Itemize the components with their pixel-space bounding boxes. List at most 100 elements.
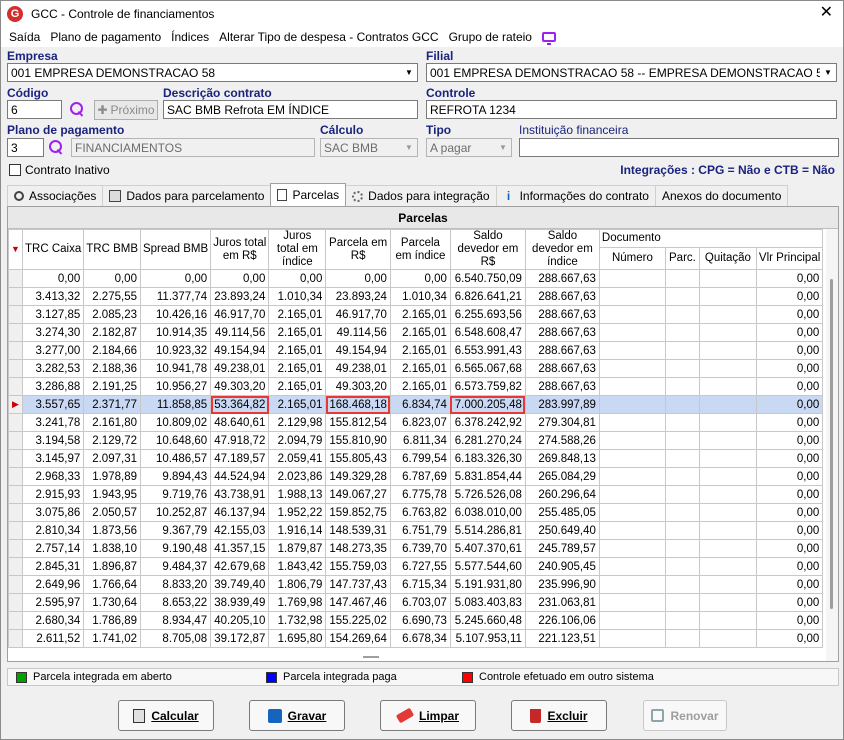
grid-cell[interactable]: 6.715,34 bbox=[389, 575, 451, 594]
grid-cell[interactable]: 155.812,54 bbox=[325, 413, 391, 432]
grid-cell[interactable]: 288.667,63 bbox=[524, 377, 600, 396]
search-icon[interactable] bbox=[48, 139, 64, 155]
grid-cell[interactable]: 5.514.286,81 bbox=[449, 521, 526, 540]
grid-cell[interactable]: 288.667,63 bbox=[524, 305, 600, 324]
grid-cell[interactable]: 6.378.242,92 bbox=[449, 413, 526, 432]
grid-cell[interactable] bbox=[664, 377, 700, 396]
grid-cell[interactable]: 2.094,79 bbox=[268, 431, 327, 450]
row-indicator[interactable] bbox=[8, 611, 23, 630]
grid-cell[interactable]: 240.905,45 bbox=[524, 557, 600, 576]
grid-cell[interactable] bbox=[698, 395, 757, 414]
grid-cell[interactable] bbox=[598, 539, 666, 558]
grid-cell[interactable]: 11.377,74 bbox=[139, 287, 212, 306]
grid-cell[interactable]: 0,00 bbox=[755, 467, 824, 486]
grid-cell[interactable]: 2.191,25 bbox=[83, 377, 141, 396]
grid-cell[interactable]: 149.329,28 bbox=[325, 467, 391, 486]
grid-cell[interactable]: 2.059,41 bbox=[268, 449, 327, 468]
grid-cell[interactable]: 288.667,63 bbox=[524, 341, 600, 360]
col-parc[interactable]: Parc. bbox=[664, 247, 700, 270]
grid-cell[interactable] bbox=[598, 413, 666, 432]
grid-cell[interactable] bbox=[664, 413, 700, 432]
grid-cell[interactable] bbox=[698, 593, 757, 612]
grid-cell[interactable]: 9.190,48 bbox=[139, 539, 212, 558]
grid-cell[interactable]: 0,00 bbox=[755, 431, 824, 450]
chevron-down-icon[interactable]: ▼ bbox=[401, 64, 417, 81]
grid-cell[interactable]: 283.997,89 bbox=[524, 395, 600, 414]
grid-cell[interactable]: 47.189,57 bbox=[210, 449, 270, 468]
grid-cell[interactable]: 6.787,69 bbox=[389, 467, 451, 486]
grid-cell[interactable]: 3.286,88 bbox=[21, 377, 85, 396]
grid-cell[interactable]: 5.407.370,61 bbox=[449, 539, 526, 558]
grid-cell[interactable]: 2.050,57 bbox=[83, 503, 141, 522]
grid-cell[interactable]: 0,00 bbox=[755, 575, 824, 594]
grid-cell[interactable]: 2.165,01 bbox=[389, 323, 451, 342]
row-indicator[interactable] bbox=[8, 449, 23, 468]
grid-cell[interactable]: 2.184,66 bbox=[83, 341, 141, 360]
grid-cell[interactable] bbox=[698, 431, 757, 450]
grid-cell[interactable] bbox=[598, 341, 666, 360]
grid-cell[interactable]: 250.649,40 bbox=[524, 521, 600, 540]
grid-cell[interactable] bbox=[698, 449, 757, 468]
grid-cell[interactable]: 0,00 bbox=[83, 269, 141, 288]
grid-cell[interactable]: 3.282,53 bbox=[21, 359, 85, 378]
grid-cell[interactable]: 10.914,35 bbox=[139, 323, 212, 342]
grid-cell[interactable] bbox=[698, 323, 757, 342]
grid-cell[interactable]: 0,00 bbox=[755, 287, 824, 306]
grid-cell[interactable]: 0,00 bbox=[755, 557, 824, 576]
grid-cell[interactable]: 6.811,34 bbox=[389, 431, 451, 450]
grid-cell[interactable] bbox=[598, 521, 666, 540]
grid-cell[interactable]: 2.165,01 bbox=[268, 359, 327, 378]
table-row[interactable]: 3.274,30 2.182,87 10.914,35 49.114,56 2.165,… bbox=[8, 323, 824, 342]
grid-cell[interactable]: 8.705,08 bbox=[139, 629, 212, 648]
col-numero[interactable]: Número bbox=[598, 247, 666, 270]
grid-cell[interactable]: 8.934,47 bbox=[139, 611, 212, 630]
grid-cell[interactable] bbox=[698, 503, 757, 522]
row-indicator[interactable] bbox=[8, 413, 23, 432]
col-quitacao[interactable]: Quitação bbox=[698, 247, 757, 270]
grid-cell[interactable]: 1.896,87 bbox=[83, 557, 141, 576]
instituicao-input[interactable] bbox=[519, 138, 839, 157]
table-row[interactable]: 2.595,97 1.730,64 8.653,22 38.939,49 1.769,9… bbox=[8, 593, 824, 612]
filial-select[interactable]: 001 EMPRESA DEMONSTRACAO 58 -- EMPRESA D… bbox=[426, 63, 837, 82]
grid-cell[interactable]: 2.611,52 bbox=[21, 629, 85, 648]
grid-cell[interactable]: 0,00 bbox=[325, 269, 391, 288]
grid-cell[interactable]: 231.063,81 bbox=[524, 593, 600, 612]
grid-cell[interactable]: 0,00 bbox=[755, 521, 824, 540]
grid-cell[interactable]: 2.097,31 bbox=[83, 449, 141, 468]
grid-cell[interactable]: 1.695,80 bbox=[268, 629, 327, 648]
grid-cell[interactable] bbox=[598, 575, 666, 594]
row-indicator[interactable] bbox=[8, 521, 23, 540]
grid-cell[interactable]: 5.577.544,60 bbox=[449, 557, 526, 576]
row-indicator[interactable] bbox=[8, 305, 23, 324]
grid-cell[interactable] bbox=[698, 305, 757, 324]
col-vlr-principal[interactable]: Vlr Principal bbox=[755, 247, 824, 270]
grid-cell[interactable]: 0,00 bbox=[755, 359, 824, 378]
grid-cell[interactable]: 6.255.693,56 bbox=[449, 305, 526, 324]
grid-cell[interactable]: 9.484,37 bbox=[139, 557, 212, 576]
grid-cell[interactable]: 6.763,82 bbox=[389, 503, 451, 522]
grid-cell[interactable] bbox=[598, 503, 666, 522]
grid-cell[interactable]: 6.038.010,00 bbox=[449, 503, 526, 522]
menu-alterar-tipo-despesa[interactable]: Alterar Tipo de despesa - Contratos GCC bbox=[219, 30, 438, 44]
grid-cell[interactable]: 2.165,01 bbox=[389, 341, 451, 360]
row-indicator[interactable] bbox=[8, 269, 23, 288]
grid-cell[interactable]: 1.730,64 bbox=[83, 593, 141, 612]
table-row[interactable]: 2.845,31 1.896,87 9.484,37 42.679,68 1.843,4… bbox=[8, 557, 824, 576]
codigo-input[interactable]: 6 bbox=[7, 100, 62, 119]
grid-cell[interactable]: 155.810,90 bbox=[325, 431, 391, 450]
gravar-button[interactable]: Gravar bbox=[249, 700, 345, 731]
grid-cell[interactable] bbox=[664, 287, 700, 306]
grid-cell[interactable]: 6.540.750,09 bbox=[449, 269, 526, 288]
grid-cell[interactable] bbox=[598, 377, 666, 396]
menu-grupo-rateio[interactable]: Grupo de rateio bbox=[449, 30, 532, 44]
row-indicator[interactable]: ▶ bbox=[8, 395, 23, 414]
grid-cell[interactable] bbox=[698, 377, 757, 396]
grid-cell[interactable]: 1.843,42 bbox=[268, 557, 327, 576]
grid-cell[interactable]: 235.996,90 bbox=[524, 575, 600, 594]
grid-cell[interactable]: 0,00 bbox=[755, 593, 824, 612]
grid-cell[interactable]: 0,00 bbox=[755, 305, 824, 324]
grid-cell[interactable]: 23.893,24 bbox=[325, 287, 391, 306]
grid-cell[interactable]: 159.852,75 bbox=[325, 503, 391, 522]
grid-cell[interactable]: 279.304,81 bbox=[524, 413, 600, 432]
grid-cell[interactable] bbox=[698, 485, 757, 504]
